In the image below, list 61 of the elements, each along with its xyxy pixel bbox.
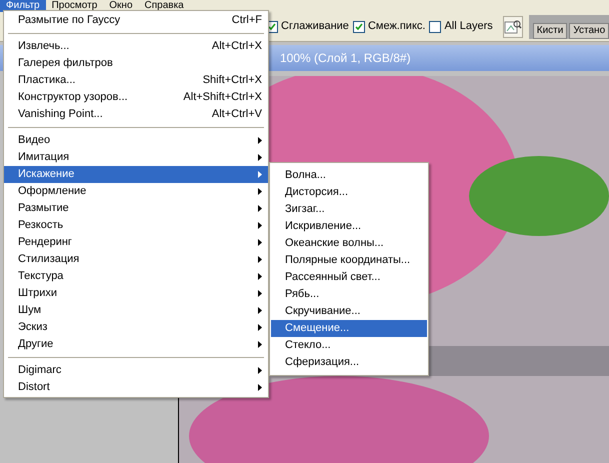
checkbox[interactable] [429, 20, 442, 32]
image-search-icon[interactable] [502, 16, 523, 38]
checkbox-label: All Layers [444, 19, 493, 34]
menu-item[interactable]: Рябь... [271, 286, 427, 303]
menu-item[interactable]: Рендеринг [4, 234, 268, 251]
menu-item[interactable]: Оформление [4, 183, 268, 200]
menu-item[interactable]: Шум [4, 302, 268, 319]
menu-item[interactable]: Видео [4, 132, 268, 149]
submenu-arrow-icon [258, 171, 262, 178]
menu-item[interactable]: Digimarc [4, 362, 268, 379]
submenu-arrow-icon [258, 256, 262, 263]
menu-item[interactable]: Другие [4, 336, 268, 353]
submenu-arrow-icon [258, 239, 262, 246]
menu-item[interactable]: Штрихи [4, 285, 268, 302]
checkbox[interactable] [352, 20, 365, 32]
menu-item[interactable]: Рассеянный свет... [271, 269, 427, 286]
submenu-arrow-icon [258, 307, 262, 314]
menu-item[interactable]: Дисторсия... [271, 184, 427, 201]
checkbox-label: Смеж.пикс. [368, 19, 426, 34]
submenu-arrow-icon [258, 367, 262, 374]
menu-item[interactable]: Искривление... [271, 218, 427, 235]
menu-item[interactable]: Океанские волны... [271, 235, 427, 252]
menu-item[interactable]: Зигзаг... [271, 201, 427, 218]
submenu-arrow-icon [258, 290, 262, 297]
check-icon [354, 22, 363, 30]
menu-bar-item[interactable]: Справка [138, 0, 190, 12]
submenu-arrow-icon [258, 324, 262, 331]
submenu-arrow-icon [258, 273, 262, 280]
menu-item[interactable]: Текстура [4, 268, 268, 285]
check-icon [268, 22, 276, 30]
menu-bar-item[interactable]: Просмотр [46, 0, 104, 12]
checkbox-label: Сглаживание [281, 19, 349, 34]
menu-item[interactable]: Смещение... [271, 320, 427, 337]
menu-item[interactable]: Волна... [271, 167, 427, 184]
menu-item[interactable]: Размытие по Гауссу Ctrl+F [4, 12, 268, 29]
panel-tab[interactable]: Устано [569, 22, 609, 38]
menu-item[interactable]: Конструктор узоров... Alt+Shift+Ctrl+X [4, 89, 268, 106]
menu-item[interactable]: Полярные координаты... [271, 252, 427, 269]
submenu-arrow-icon [258, 205, 262, 212]
menu-item[interactable]: Vanishing Point... Alt+Ctrl+V [4, 106, 268, 123]
submenu-arrow-icon [258, 341, 262, 348]
submenu-arrow-icon [258, 137, 262, 144]
menu-item[interactable]: Скручивание... [271, 303, 427, 320]
panel-tab[interactable]: Кисти [532, 22, 568, 38]
menu-item[interactable]: Галерея фильтров [4, 55, 268, 72]
menu-item[interactable]: Размытие [4, 200, 268, 217]
submenu-arrow-icon [258, 188, 262, 195]
menu-item[interactable]: Резкость [4, 217, 268, 234]
menu-item[interactable]: Эскиз [4, 319, 268, 336]
menu-item[interactable]: Distort [4, 379, 268, 396]
menu-item[interactable]: Искажение [4, 166, 268, 183]
menu-item[interactable]: Стекло... [271, 337, 427, 354]
menu-item[interactable]: Стилизация [4, 251, 268, 268]
menu-bar-item[interactable]: Окно [103, 0, 139, 12]
menu-item[interactable]: Извлечь... Alt+Ctrl+X [4, 38, 268, 55]
menu-item[interactable]: Имитация [4, 149, 268, 166]
document-title: 100% (Слой 1, RGB/8#) [280, 50, 411, 67]
submenu-arrow-icon [258, 154, 262, 161]
submenu-arrow-icon [258, 222, 262, 229]
menu-item[interactable]: Пластика... Shift+Ctrl+X [4, 72, 268, 89]
submenu-arrow-icon [258, 384, 262, 391]
